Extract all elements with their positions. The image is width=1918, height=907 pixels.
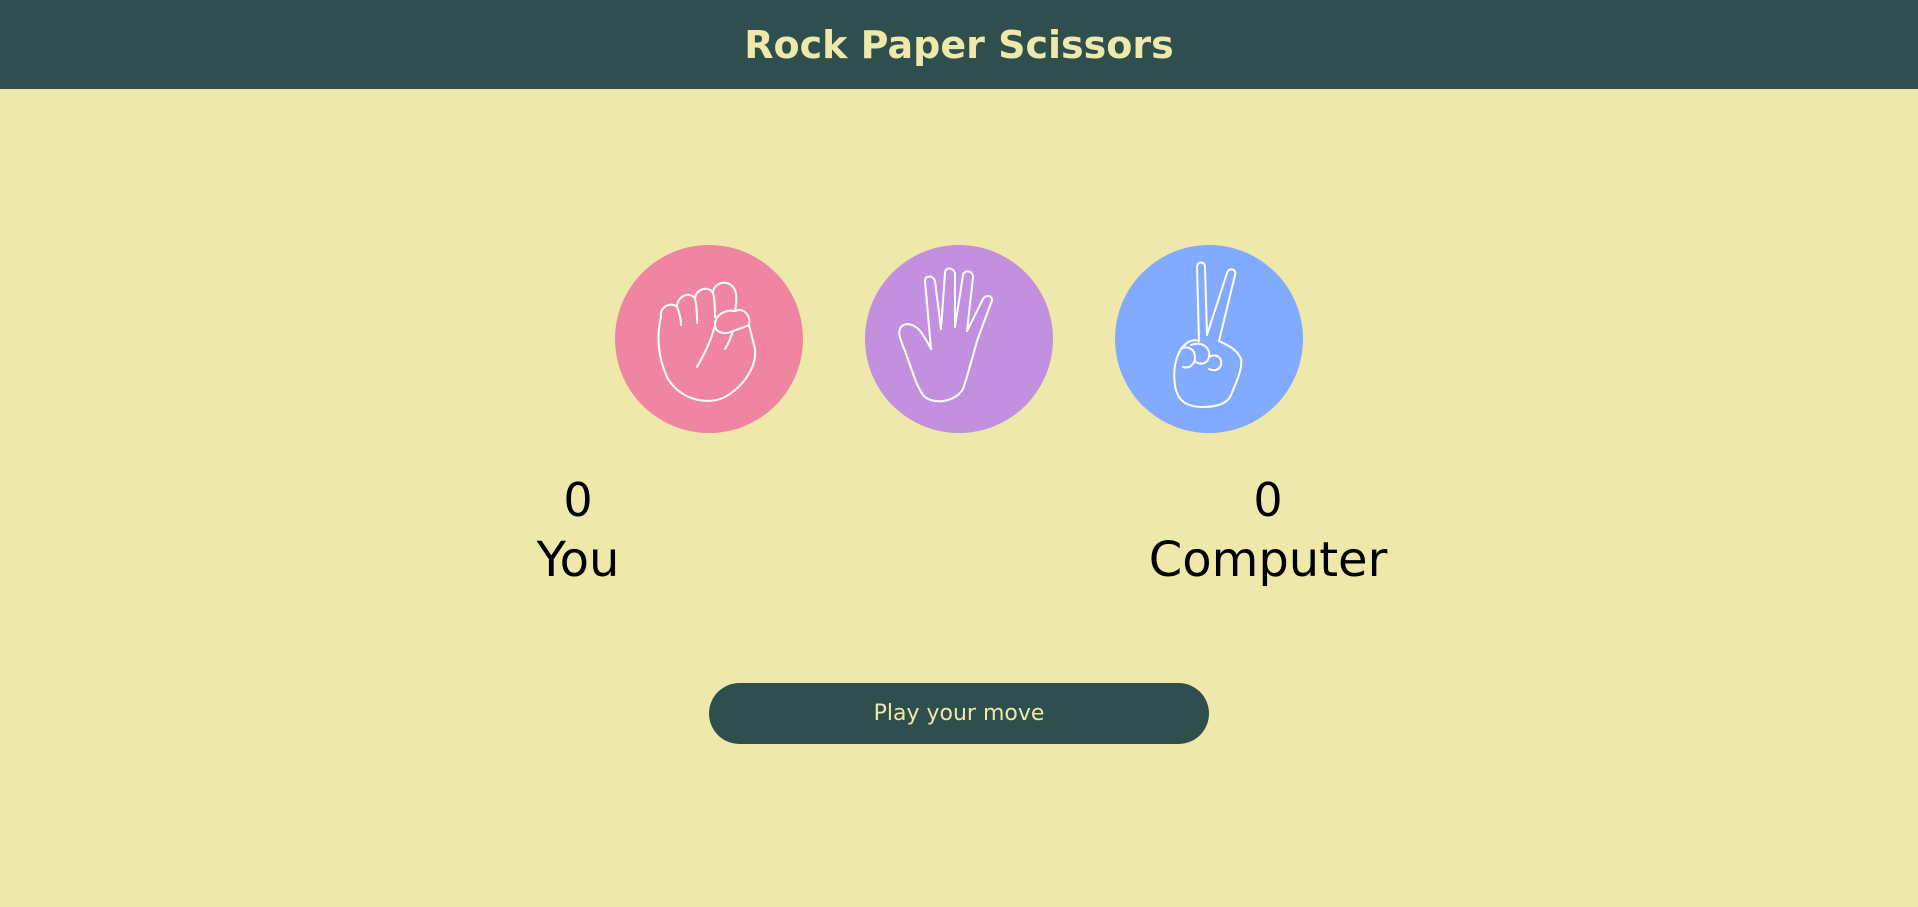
message-text: Play your move: [873, 701, 1045, 726]
computer-score-value: 0: [1253, 473, 1283, 527]
scissors-choice-button[interactable]: [1115, 245, 1303, 433]
user-score-value: 0: [563, 473, 593, 527]
page-title: Rock Paper Scissors: [744, 22, 1174, 67]
fist-hand-icon: [615, 245, 803, 433]
open-hand-icon: [865, 245, 1053, 433]
rock-choice-button[interactable]: [615, 245, 803, 433]
computer-score-label: Computer: [1148, 532, 1388, 588]
computer-score: 0 Computer: [1118, 472, 1418, 592]
user-score: 0 You: [478, 472, 678, 592]
paper-choice-button[interactable]: [865, 245, 1053, 433]
user-score-label: You: [536, 532, 620, 588]
message-pill: Play your move: [709, 683, 1209, 744]
header-bar: Rock Paper Scissors: [0, 0, 1918, 89]
peace-hand-icon: [1115, 245, 1303, 433]
